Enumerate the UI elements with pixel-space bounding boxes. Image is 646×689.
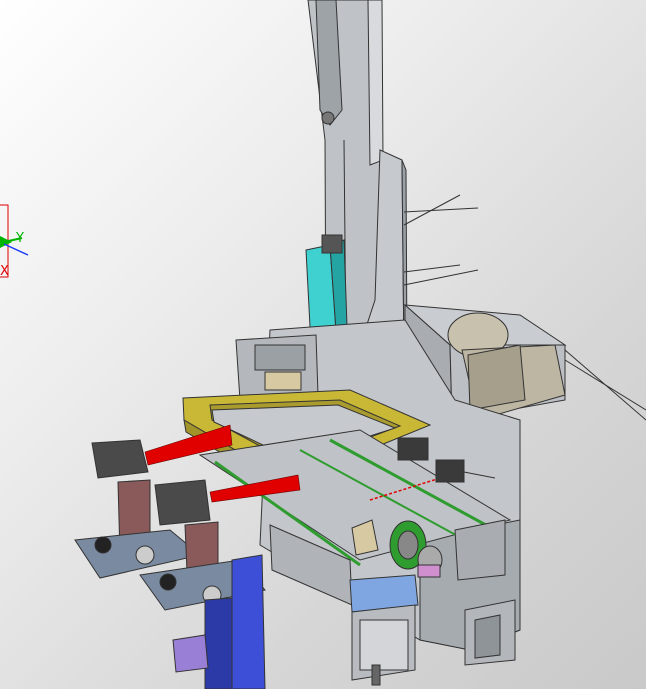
- triad-y-label: Y: [15, 231, 24, 246]
- cad-viewport[interactable]: Y X: [0, 0, 646, 689]
- servo-motor: [447, 312, 646, 421]
- triad-x-label: X: [0, 264, 9, 279]
- cad-assembly-drawing: Y X: [0, 0, 646, 689]
- purple-block: [172, 634, 209, 673]
- gripper-block: [235, 334, 319, 401]
- lower-cylinder: [349, 574, 419, 686]
- coordinate-triad: Y X: [0, 204, 29, 279]
